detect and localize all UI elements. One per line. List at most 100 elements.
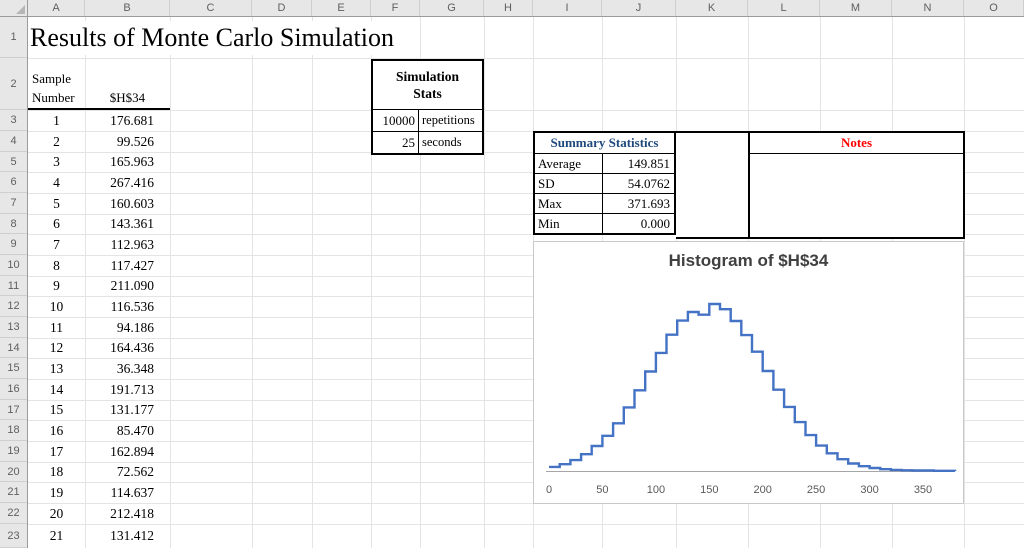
sample-row[interactable]: 4 267.416 bbox=[28, 172, 170, 193]
row-header-4[interactable]: 4 bbox=[0, 131, 27, 152]
sample-number-cell[interactable]: 11 bbox=[28, 320, 85, 336]
sample-number-cell[interactable]: 15 bbox=[28, 402, 85, 418]
sample-number-cell[interactable]: 13 bbox=[28, 361, 85, 377]
sample-number-cell[interactable]: 7 bbox=[28, 237, 85, 253]
column-header-K[interactable]: K bbox=[676, 0, 748, 16]
column-header-L[interactable]: L bbox=[748, 0, 820, 16]
select-all-corner[interactable] bbox=[0, 0, 28, 16]
sample-number-cell[interactable]: 12 bbox=[28, 340, 85, 356]
sample-value-cell[interactable]: 211.090 bbox=[85, 278, 170, 294]
sample-row[interactable]: 5 160.603 bbox=[28, 193, 170, 214]
sample-row[interactable]: 13 36.348 bbox=[28, 358, 170, 379]
row-header-5[interactable]: 5 bbox=[0, 152, 27, 172]
row-header-9[interactable]: 9 bbox=[0, 234, 27, 255]
sample-value-cell[interactable]: 164.436 bbox=[85, 340, 170, 356]
sample-number-cell[interactable]: 17 bbox=[28, 444, 85, 460]
sample-number-cell[interactable]: 14 bbox=[28, 382, 85, 398]
row-header-10[interactable]: 10 bbox=[0, 255, 27, 276]
row-header-7[interactable]: 7 bbox=[0, 193, 27, 214]
sample-table-header[interactable]: Sample Number $H$34 bbox=[28, 58, 170, 110]
column-header-E[interactable]: E bbox=[312, 0, 371, 16]
sample-value-cell[interactable]: 116.536 bbox=[85, 299, 170, 315]
sample-value-cell[interactable]: 143.361 bbox=[85, 216, 170, 232]
sample-row[interactable]: 19 114.637 bbox=[28, 482, 170, 503]
column-header-F[interactable]: F bbox=[371, 0, 420, 16]
sample-value-cell[interactable]: 165.963 bbox=[85, 154, 170, 170]
row-header-20[interactable]: 20 bbox=[0, 462, 27, 482]
sample-row[interactable]: 20 212.418 bbox=[28, 503, 170, 524]
sample-number-cell[interactable]: 4 bbox=[28, 175, 85, 191]
sample-value-cell[interactable]: 112.963 bbox=[85, 237, 170, 253]
sample-row[interactable]: 1 176.681 bbox=[28, 110, 170, 131]
page-title[interactable]: Results of Monte Carlo Simulation bbox=[30, 21, 404, 55]
sample-row[interactable]: 21 131.412 bbox=[28, 524, 170, 548]
column-header-H[interactable]: H bbox=[484, 0, 533, 16]
sample-row[interactable]: 16 85.470 bbox=[28, 420, 170, 441]
column-header-N[interactable]: N bbox=[892, 0, 964, 16]
column-header-B[interactable]: B bbox=[85, 0, 170, 16]
sample-row[interactable]: 17 162.894 bbox=[28, 441, 170, 462]
histogram-chart[interactable]: Histogram of $H$34 0 50 100 150 200 250 300 350 bbox=[533, 241, 964, 504]
sample-number-cell[interactable]: 18 bbox=[28, 464, 85, 480]
sample-number-cell[interactable]: 3 bbox=[28, 154, 85, 170]
sample-number-cell[interactable]: 10 bbox=[28, 299, 85, 315]
simulation-stats-box[interactable]: Simulation Stats 10000 repetitions 25 se… bbox=[371, 59, 484, 155]
sample-value-cell[interactable]: 72.562 bbox=[85, 464, 170, 480]
sample-value-cell[interactable]: 36.348 bbox=[85, 361, 170, 377]
sample-number-cell[interactable]: 5 bbox=[28, 196, 85, 212]
sample-row[interactable]: 9 211.090 bbox=[28, 276, 170, 296]
sample-row[interactable]: 18 72.562 bbox=[28, 462, 170, 482]
sample-row[interactable]: 10 116.536 bbox=[28, 296, 170, 317]
summary-row-max[interactable]: Max 371.693 bbox=[535, 193, 674, 213]
sample-value-cell[interactable]: 267.416 bbox=[85, 175, 170, 191]
sample-value-cell[interactable]: 131.412 bbox=[85, 528, 170, 544]
sample-value-cell[interactable]: 131.177 bbox=[85, 402, 170, 418]
sample-value-cell[interactable]: 162.894 bbox=[85, 444, 170, 460]
column-header-O[interactable]: O bbox=[964, 0, 1024, 16]
sample-number-cell[interactable]: 1 bbox=[28, 113, 85, 129]
sample-number-cell[interactable]: 2 bbox=[28, 134, 85, 150]
sample-value-cell[interactable]: 212.418 bbox=[85, 506, 170, 522]
row-header-2[interactable]: 2 bbox=[0, 58, 27, 110]
sample-number-cell[interactable]: 21 bbox=[28, 528, 85, 544]
sample-row[interactable]: 6 143.361 bbox=[28, 214, 170, 234]
sample-value-cell[interactable]: 85.470 bbox=[85, 423, 170, 439]
row-header-11[interactable]: 11 bbox=[0, 276, 27, 296]
sample-number-cell[interactable]: 20 bbox=[28, 506, 85, 522]
summary-row-sd[interactable]: SD 54.0762 bbox=[535, 173, 674, 193]
column-header-A[interactable]: A bbox=[28, 0, 85, 16]
row-header-6[interactable]: 6 bbox=[0, 172, 27, 193]
notes-box[interactable]: Notes bbox=[748, 131, 965, 239]
row-header-15[interactable]: 15 bbox=[0, 358, 27, 379]
sample-row[interactable]: 3 165.963 bbox=[28, 152, 170, 172]
sample-row[interactable]: 2 99.526 bbox=[28, 131, 170, 152]
sample-row[interactable]: 12 164.436 bbox=[28, 338, 170, 358]
row-header-1[interactable]: 1 bbox=[0, 17, 27, 58]
row-header-13[interactable]: 13 bbox=[0, 317, 27, 338]
row-header-19[interactable]: 19 bbox=[0, 441, 27, 462]
summary-row-min[interactable]: Min 0.000 bbox=[535, 213, 674, 233]
sample-number-cell[interactable]: 6 bbox=[28, 216, 85, 232]
sample-value-cell[interactable]: 114.637 bbox=[85, 485, 170, 501]
row-header-16[interactable]: 16 bbox=[0, 379, 27, 400]
row-header-14[interactable]: 14 bbox=[0, 338, 27, 358]
sample-row[interactable]: 8 117.427 bbox=[28, 255, 170, 276]
sample-value-cell[interactable]: 191.713 bbox=[85, 382, 170, 398]
row-header-18[interactable]: 18 bbox=[0, 420, 27, 441]
sample-row[interactable]: 14 191.713 bbox=[28, 379, 170, 400]
sample-value-cell[interactable]: 160.603 bbox=[85, 196, 170, 212]
sample-row[interactable]: 7 112.963 bbox=[28, 234, 170, 255]
row-header-17[interactable]: 17 bbox=[0, 400, 27, 420]
sample-number-cell[interactable]: 19 bbox=[28, 485, 85, 501]
sim-row-seconds[interactable]: 25 seconds bbox=[373, 131, 482, 153]
summary-statistics-table[interactable]: Summary Statistics Average 149.851 SD 54… bbox=[533, 131, 676, 235]
column-header-C[interactable]: C bbox=[170, 0, 252, 16]
sample-number-cell[interactable]: 8 bbox=[28, 258, 85, 274]
row-header-8[interactable]: 8 bbox=[0, 214, 27, 234]
sample-value-cell[interactable]: 176.681 bbox=[85, 113, 170, 129]
sample-value-cell[interactable]: 117.427 bbox=[85, 258, 170, 274]
column-header-D[interactable]: D bbox=[252, 0, 312, 16]
sim-row-repetitions[interactable]: 10000 repetitions bbox=[373, 110, 482, 131]
notes-body[interactable] bbox=[750, 154, 963, 237]
summary-row-average[interactable]: Average 149.851 bbox=[535, 154, 674, 173]
